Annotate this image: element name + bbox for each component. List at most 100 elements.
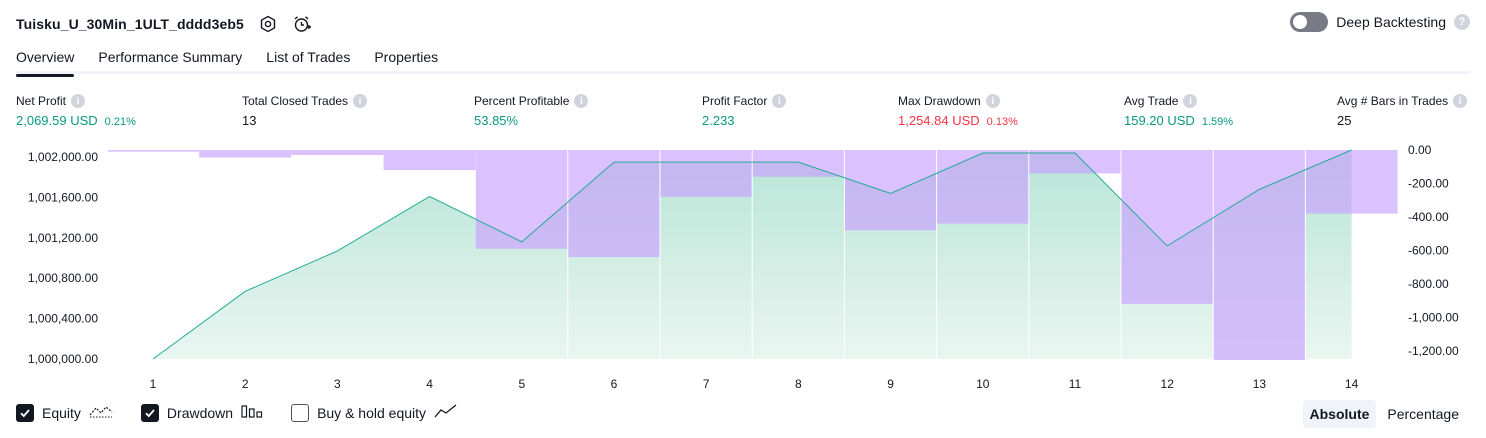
help-icon[interactable]: ? [1454, 14, 1470, 30]
metric-value: 13 [242, 113, 257, 128]
x-axis-tick-label: 8 [795, 377, 802, 391]
x-axis-tick-label: 4 [426, 377, 433, 391]
x-axis-tick-label: 11 [1069, 377, 1082, 391]
drawdown-bar[interactable] [1305, 150, 1398, 214]
chart-legend: Equity Drawdown Buy & hold equity [16, 403, 486, 422]
drawdown-bar[interactable] [568, 150, 660, 258]
metric-value: 1,254.84 USD [898, 113, 980, 128]
right-axis-tick-label: -800.00 [1408, 277, 1449, 291]
drawdown-checkbox[interactable] [140, 403, 159, 422]
tab-performance-summary[interactable]: Performance Summary [98, 44, 242, 74]
buy-hold-checkbox[interactable] [291, 403, 310, 422]
metric-percent: 0.13% [986, 116, 1018, 128]
x-axis-tick-label: 1 [150, 377, 157, 391]
info-icon[interactable]: i [353, 94, 368, 108]
legend-label: Buy & hold equity [317, 404, 427, 421]
display-mode-switch: Absolute Percentage [1302, 400, 1467, 428]
left-axis-tick-label: 1,000,000.00 [28, 352, 98, 366]
x-axis-tick-label: 7 [703, 377, 710, 391]
x-axis-tick-label: 2 [242, 377, 249, 391]
x-axis-tick-label: 13 [1253, 377, 1267, 391]
legend-label: Equity [42, 404, 81, 421]
metric-avg-trade: Avg Trade i 159.20 USD 1.59% [1124, 93, 1233, 128]
deep-backtesting-toggle[interactable] [1290, 12, 1329, 32]
left-axis-tick-label: 1,002,000.00 [28, 150, 98, 164]
x-axis-tick-label: 12 [1161, 377, 1175, 391]
metric-label: Avg Trade [1124, 94, 1179, 108]
settings-gear-icon[interactable] [258, 14, 278, 34]
x-axis-tick-label: 14 [1345, 377, 1359, 391]
metric-label: Net Profit [16, 94, 67, 108]
info-icon[interactable]: i [985, 94, 1000, 108]
tab-properties[interactable]: Properties [374, 44, 438, 74]
metric-value: 159.20 USD [1124, 113, 1195, 128]
drawdown-bar[interactable] [660, 150, 753, 197]
legend-buy-hold-equity[interactable]: Buy & hold equity [291, 403, 458, 422]
drawdown-bar[interactable] [383, 150, 476, 171]
x-axis-tick-label: 10 [976, 377, 990, 391]
absolute-button[interactable]: Absolute [1302, 400, 1377, 428]
toggle-knob [1293, 15, 1308, 29]
left-axis-tick-label: 1,001,600.00 [28, 190, 98, 204]
info-icon[interactable]: i [772, 94, 787, 108]
drawdown-bar[interactable] [1121, 150, 1214, 304]
equity-drawdown-chart[interactable]: 1,002,000.00 1,001,600.00 1,001,200.00 1,00… [0, 140, 1486, 395]
info-icon[interactable]: i [1183, 94, 1198, 108]
metric-total-closed-trades: Total Closed Trades i 13 [242, 93, 368, 128]
info-icon[interactable]: i [71, 94, 86, 108]
right-axis-tick-label: -400.00 [1408, 210, 1449, 224]
x-axis-tick-label: 9 [887, 377, 894, 391]
right-axis-tick-label: 0.00 [1408, 143, 1432, 157]
add-alert-clock-icon[interactable] [292, 14, 312, 34]
right-axis-tick-label: -200.00 [1408, 176, 1449, 190]
metric-max-drawdown: Max Drawdown i 1,254.84 USD 0.13% [898, 93, 1018, 128]
metric-label: Percent Profitable [474, 94, 570, 108]
drawdown-bar[interactable] [108, 150, 199, 152]
info-icon[interactable]: i [1453, 94, 1468, 108]
metric-avg-bars: Avg # Bars in Trades i 25 [1337, 93, 1468, 128]
tab-bar: Overview Performance Summary List of Tra… [16, 44, 1470, 77]
metric-percent: 0.21% [104, 116, 136, 128]
legend-drawdown[interactable]: Drawdown [140, 403, 263, 422]
equity-line-icon [89, 403, 113, 422]
drawdown-bar[interactable] [291, 150, 384, 156]
strategy-name: Tuisku_U_30Min_1ULT_dddd3eb5 [16, 16, 244, 32]
metric-label: Total Closed Trades [242, 94, 349, 108]
metric-label: Avg # Bars in Trades [1337, 94, 1449, 108]
info-icon[interactable]: i [574, 94, 589, 108]
buy-hold-line-icon [434, 403, 458, 422]
left-axis-tick-label: 1,000,800.00 [28, 271, 98, 285]
drawdown-bar[interactable] [475, 150, 568, 249]
percentage-button[interactable]: Percentage [1380, 400, 1466, 428]
right-axis-tick-label: -1,000.00 [1408, 310, 1459, 324]
deep-backtesting: Deep Backtesting ? [1290, 12, 1470, 32]
tab-list-of-trades[interactable]: List of Trades [266, 44, 350, 74]
drawdown-bars-icon [241, 403, 263, 422]
metric-value: 2,069.59 USD [16, 113, 98, 128]
right-axis-tick-label: -1,200.00 [1408, 344, 1459, 358]
metric-profit-factor: Profit Factor i 2.233 [702, 93, 787, 128]
legend-equity[interactable]: Equity [16, 403, 113, 422]
x-axis-tick-label: 3 [334, 377, 341, 391]
metric-label: Max Drawdown [898, 94, 981, 108]
metric-value: 53.85% [474, 113, 519, 128]
left-axis-tick-label: 1,001,200.00 [28, 231, 98, 245]
metric-percent: 1.59% [1201, 116, 1234, 128]
metric-percent-profitable: Percent Profitable i 53.85% [474, 93, 589, 128]
drawdown-bar[interactable] [199, 150, 292, 158]
drawdown-bar[interactable] [844, 150, 937, 231]
x-axis-tick-label: 5 [518, 377, 525, 391]
metric-value: 25 [1337, 113, 1352, 128]
metric-value: 2.233 [702, 113, 735, 128]
deep-backtesting-label: Deep Backtesting [1336, 14, 1446, 30]
tab-overview[interactable]: Overview [16, 44, 75, 77]
drawdown-bar[interactable] [1213, 150, 1306, 360]
legend-label: Drawdown [166, 404, 234, 421]
left-axis-tick-label: 1,000,400.00 [28, 312, 98, 326]
metric-net-profit: Net Profit i 2,069.59 USD 0.21% [16, 93, 136, 128]
right-axis-tick-label: -600.00 [1408, 243, 1449, 257]
equity-checkbox[interactable] [16, 403, 34, 422]
drawdown-bar[interactable] [936, 150, 1029, 224]
metric-label: Profit Factor [702, 94, 768, 108]
strategy-header: Tuisku_U_30Min_1ULT_dddd3eb5 [16, 10, 312, 38]
